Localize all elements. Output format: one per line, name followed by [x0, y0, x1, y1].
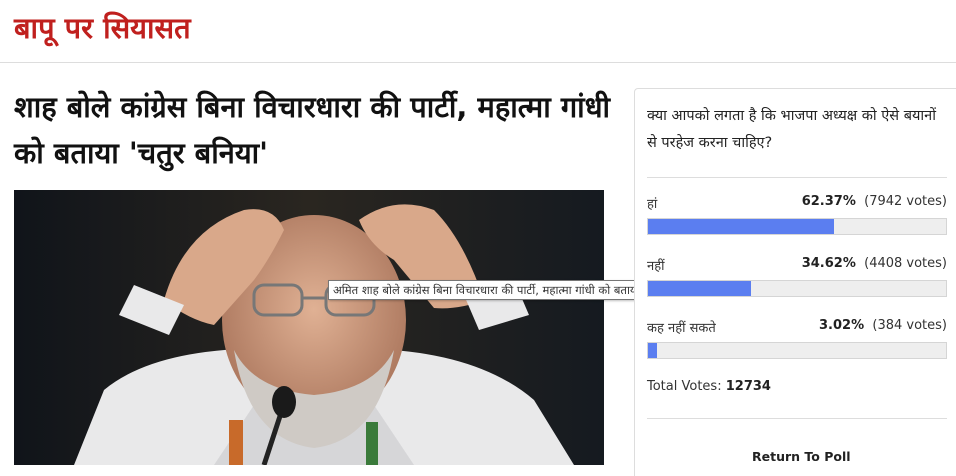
poll-result-fill [648, 343, 657, 358]
poll-option-percent: 34.62% [801, 256, 856, 271]
poll-option-label: हां [647, 197, 658, 212]
poll-divider [647, 418, 947, 419]
poll-option-percent: 3.02% [819, 318, 865, 333]
poll-option-label: कह नहीं सकते [647, 321, 716, 336]
poll-total-value: 12734 [725, 379, 771, 394]
poll-total-label: Total Votes: [647, 379, 722, 394]
poll-result-fill [648, 219, 834, 234]
return-to-poll-link[interactable]: Return To Poll [752, 449, 851, 464]
poll-result-bar [647, 280, 947, 297]
poll-result-bar [647, 218, 947, 235]
article-headline[interactable]: शाह बोले कांग्रेस बिना विचारधारा की पार्… [14, 84, 614, 176]
poll-divider [647, 177, 947, 178]
poll-result-bar [647, 342, 947, 359]
poll-option-percent: 62.37% [801, 194, 856, 209]
poll-question: क्या आपको लगता है कि भाजपा अध्यक्ष को ऐस… [647, 108, 936, 151]
article-photo-illustration [14, 190, 604, 465]
poll-widget: क्या आपको लगता है कि भाजपा अध्यक्ष को ऐस… [634, 88, 956, 476]
poll-option-votes: (384 votes) [872, 318, 947, 333]
poll-option-votes: (7942 votes) [864, 194, 947, 209]
header-divider [0, 62, 956, 63]
poll-total-votes: Total Votes: 12734 [647, 379, 771, 394]
poll-result-fill [648, 281, 752, 296]
poll-option-stats: 62.37% (7942 votes) [802, 194, 947, 209]
poll-option-label: नहीं [647, 259, 665, 274]
poll-option-stats: 3.02% (384 votes) [819, 318, 947, 333]
section-title: बापू पर सियासत [14, 11, 191, 45]
poll-option-stats: 34.62% (4408 votes) [802, 256, 947, 271]
article-photo[interactable] [14, 190, 604, 465]
poll-option-votes: (4408 votes) [864, 256, 947, 271]
